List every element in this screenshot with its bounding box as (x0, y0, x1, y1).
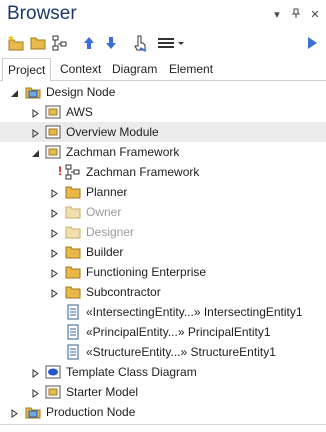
tree-item-label: Planner (86, 185, 128, 199)
divider (0, 424, 326, 425)
move-down-icon[interactable] (102, 34, 120, 52)
element-icon (65, 324, 81, 340)
expand-icon[interactable] (50, 207, 59, 218)
tree-item-design-node[interactable]: Design Node (0, 82, 326, 102)
pin-icon[interactable] (291, 8, 301, 21)
folder-icon (65, 224, 81, 240)
tree-item-zachman-framework[interactable]: Zachman Framework (0, 142, 326, 162)
panel-header: Browser ▾ ✕ (0, 0, 326, 29)
class-diagram-icon (45, 364, 61, 380)
new-diagram-icon[interactable] (51, 34, 69, 52)
tree-item-label: Zachman Framework (86, 165, 200, 179)
tree-item-label: Design Node (46, 85, 116, 99)
move-up-icon[interactable] (80, 34, 98, 52)
folder-icon[interactable] (29, 34, 47, 52)
tree-item-label: Zachman Framework (66, 145, 180, 159)
tree-item-label: Designer (86, 225, 135, 239)
new-package-icon[interactable] (7, 34, 25, 52)
tree-item-label: Starter Model (66, 385, 139, 399)
diagram-icon (65, 164, 81, 180)
tree-item-label: «IntersectingEntity...» IntersectingEnti… (86, 305, 303, 319)
collapse-icon[interactable] (10, 87, 19, 97)
tree-item-label: Owner (86, 205, 122, 219)
expand-icon[interactable] (10, 407, 19, 418)
package-icon (45, 384, 61, 400)
collapse-icon[interactable] (31, 147, 40, 157)
window-controls: ▾ ✕ (272, 8, 320, 21)
folder-icon (65, 204, 81, 220)
folder-icon (65, 244, 81, 260)
folder-icon (65, 264, 81, 280)
tree-item-production-node[interactable]: Production Node (0, 402, 326, 422)
tree-item-owner[interactable]: Owner (0, 202, 326, 222)
play-icon[interactable] (303, 34, 321, 52)
warning-icon: ! (58, 164, 62, 178)
tree-item-label: Functioning Enterprise (86, 265, 207, 279)
folder-icon (65, 284, 81, 300)
browser-toolbar (0, 30, 326, 56)
tree-item-intersecting-entity[interactable]: «IntersectingEntity...» IntersectingEnti… (0, 302, 326, 322)
expand-icon[interactable] (50, 187, 59, 198)
tab-context[interactable]: Context (55, 58, 106, 80)
expand-icon[interactable] (31, 367, 40, 378)
tree-item-functioning-enterprise[interactable]: Functioning Enterprise (0, 262, 326, 282)
tree-item-planner[interactable]: Planner (0, 182, 326, 202)
package-icon (45, 124, 61, 140)
panel-title: Browser (7, 3, 77, 24)
package-icon (45, 144, 61, 160)
tree-item-structure-entity[interactable]: «StructureEntity...» StructureEntity1 (0, 342, 326, 362)
tree-item-aws[interactable]: AWS (0, 102, 326, 122)
package-icon (45, 104, 61, 120)
expand-icon[interactable] (50, 227, 59, 238)
tree-item-overview-module[interactable]: Overview Module (0, 122, 326, 142)
package-icon (25, 84, 41, 100)
tree-item-label: «StructureEntity...» StructureEntity1 (86, 345, 276, 359)
folder-icon (65, 184, 81, 200)
expand-icon[interactable] (31, 107, 40, 118)
package-icon (25, 404, 41, 420)
expand-icon[interactable] (31, 127, 40, 138)
tree-item-label: Builder (86, 245, 124, 259)
tab-element[interactable]: Element (164, 58, 218, 80)
expand-icon[interactable] (50, 247, 59, 258)
expand-icon[interactable] (50, 267, 59, 278)
locate-icon[interactable] (131, 34, 149, 52)
tab-diagram[interactable]: Diagram (107, 58, 162, 80)
tree-item-subcontractor[interactable]: Subcontractor (0, 282, 326, 302)
tree-item-label: AWS (66, 105, 93, 119)
tree-item-builder[interactable]: Builder (0, 242, 326, 262)
tree-item-template-class-diagram[interactable]: Template Class Diagram (0, 362, 326, 382)
menu-icon[interactable] (156, 34, 186, 52)
tab-bar: Project Context Diagram Element (0, 58, 326, 82)
close-icon[interactable]: ✕ (310, 8, 320, 21)
tab-project[interactable]: Project (2, 58, 52, 82)
expand-icon[interactable] (50, 287, 59, 298)
tree-item-starter-model[interactable]: Starter Model (0, 382, 326, 402)
dropdown-icon[interactable]: ▾ (272, 8, 282, 21)
tree-item-label: Template Class Diagram (66, 365, 197, 379)
tree-item-principal-entity[interactable]: «PrincipalEntity...» PrincipalEntity1 (0, 322, 326, 342)
tree-item-designer[interactable]: Designer (0, 222, 326, 242)
tree-item-label: Production Node (46, 405, 136, 419)
tree-item-label: Overview Module (66, 125, 159, 139)
element-icon (65, 344, 81, 360)
expand-icon[interactable] (31, 387, 40, 398)
tree-item-label: Subcontractor (86, 285, 161, 299)
project-tree: Design Node AWS Overview Module Zachman … (0, 82, 326, 422)
tree-item-zachman-diagram[interactable]: ! Zachman Framework (0, 162, 326, 182)
element-icon (65, 304, 81, 320)
tree-item-label: «PrincipalEntity...» PrincipalEntity1 (86, 325, 271, 339)
